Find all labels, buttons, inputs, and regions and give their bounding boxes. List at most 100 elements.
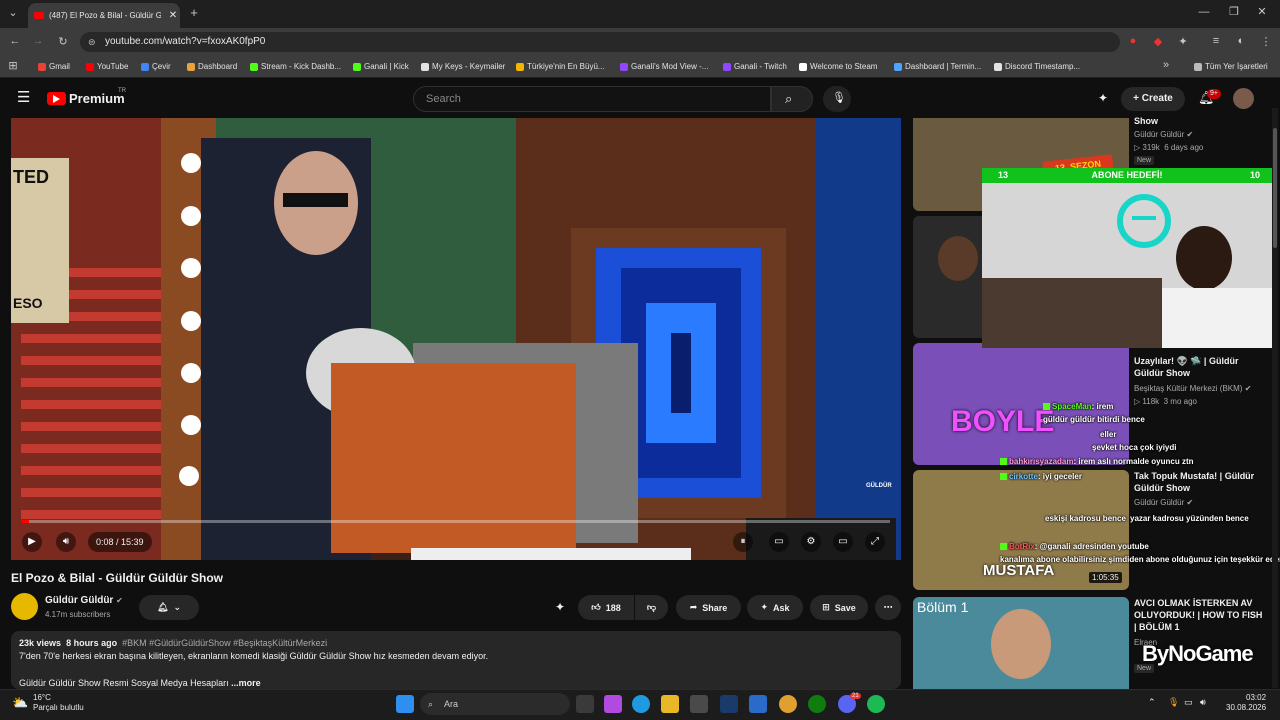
extension-tag-icon[interactable]: ◆ [1150,35,1166,48]
subtitles-button[interactable]: ▭ [769,532,789,552]
weather-icon[interactable]: ⛅ [12,695,28,711]
search-input[interactable]: Search [413,86,771,112]
system-clock[interactable]: 03:02 30.08.2026 [1226,693,1266,713]
bookmark-youtube[interactable]: YouTube [86,60,128,74]
page-scrollbar[interactable] [1272,108,1278,688]
mute-button[interactable]: 🔊︎ [56,532,76,552]
recommendation-title[interactable]: Uzaylılar! 👽 🛸 | Güldür Güldür Show [1134,355,1266,379]
taskbar-search[interactable]: ⌕ Ara [420,693,570,715]
browser-tab[interactable]: (487) El Pozo & Bilal - Güldür Gü... ✕ [28,3,180,28]
ask-button[interactable]: ✦ Ask [747,595,803,620]
thumbs-down-icon: 👎︎ [646,602,657,612]
search-button[interactable]: ⌕ [771,86,813,112]
bookmark-ganali-kick[interactable]: Ganali | Kick [353,60,409,74]
menu-kebab-icon[interactable]: ⋮ [1258,35,1274,48]
maximize-icon[interactable]: ❐ [1226,5,1242,18]
volume-tray-icon[interactable]: 🔊︎ [1200,697,1206,708]
share-button[interactable]: ➦ Share [676,595,741,620]
create-button[interactable]: + Create [1121,87,1185,111]
chat-message: cirkotte: iyi geceler [1000,472,1082,481]
more-bookmarks-icon[interactable]: » [1158,59,1174,71]
country-code: TR [118,88,126,94]
new-tab-button[interactable]: + [186,5,202,20]
fullscreen-button[interactable]: ⤢ [865,532,885,552]
apps-grid-icon[interactable]: ⊞ [5,59,21,72]
bookmark-terminal[interactable]: Dashboard | Termin... [894,60,981,74]
settings-button[interactable]: ⚙ [801,532,821,552]
close-window-icon[interactable]: ✕ [1254,5,1270,18]
hamburger-menu-icon[interactable]: ☰ [17,90,30,105]
autoplay-toggle[interactable]: ⏸ [733,532,753,552]
extension-red-icon[interactable]: ● [1125,35,1141,47]
bookmark-mod-view[interactable]: Ganali's Mod View -... [620,60,708,74]
ask-sparkle-icon[interactable]: ✦ [1098,91,1108,105]
recommendation-meta: ▷ 319k 6 days ago [1134,143,1204,152]
all-bookmarks[interactable]: Tüm Yer İşaretleri [1194,60,1268,74]
bookmark-gmail[interactable]: Gmail [38,60,70,74]
autoplay-icon: ⏸ [740,536,746,547]
store-icon[interactable] [690,695,708,713]
progress-bar[interactable] [22,520,890,523]
description-box[interactable]: 23k views 8 hours ago #BKM #GüldürGüldür… [11,631,901,689]
more-actions-button[interactable]: ⋯ [875,595,901,620]
recommendation-thumbnail[interactable]: MUSTAFA 1:05:35 [913,470,1129,590]
save-button[interactable]: ⊞ Save [810,595,868,620]
ask-sparkle-icon[interactable]: ✦ [555,600,565,614]
network-icon[interactable]: ▭ [1184,697,1193,708]
hashtags[interactable]: #BKM #GüldürGüldürShow #BeşiktaşKültürMe… [122,638,327,648]
channel-name[interactable]: Güldür Güldür ✔ [45,595,123,606]
url-bar[interactable]: ⊜ youtube.com/watch?v=fxoxAK0fpP0 [80,32,1120,52]
tab-close-icon[interactable]: ✕ [166,10,180,21]
channel-avatar[interactable] [11,593,38,620]
tray-expand-icon[interactable]: ⌃ [1148,697,1156,708]
xbox-icon[interactable] [808,695,826,713]
mail-icon[interactable] [749,695,767,713]
site-info-icon[interactable]: ⊜ [88,32,96,52]
weather-widget[interactable]: 16°C Parçalı bulutlu [33,693,84,713]
back-icon[interactable]: ← [7,35,23,47]
file-explorer-icon[interactable] [661,695,679,713]
recommendation-title[interactable]: Tak Topuk Mustafa! | Güldür Güldür Show [1134,470,1266,494]
bookmark-cevir[interactable]: Çevir [141,60,171,74]
extensions-puzzle-icon[interactable]: ✦ [1175,35,1191,48]
reload-icon[interactable]: ↻ [55,35,71,48]
bookmark-keymailer[interactable]: My Keys - Keymailer [421,60,505,74]
recommendation-thumbnail[interactable]: Bölüm 1 [913,597,1129,689]
recommendation-title[interactable]: Show [1134,115,1266,127]
svg-text:TED: TED [13,167,49,187]
tab-search-icon[interactable]: ⌄ [5,6,21,19]
account-avatar[interactable] [1233,88,1254,109]
play-button[interactable]: ▶ [22,532,42,552]
twitch-icon [723,63,731,71]
browser-tab-bar: ⌄ (487) El Pozo & Bilal - Güldür Gü... ✕… [0,0,1280,28]
like-button[interactable]: 👍︎ 188 [578,595,634,620]
scrollbar-thumb[interactable] [1273,128,1277,248]
chrome-icon[interactable] [779,695,797,713]
recommendation-title[interactable]: AVCI OLMAK İSTERKEN AV OLUYORDUK! | HOW … [1134,597,1266,633]
bookmark-discord-timestamp[interactable]: Discord Timestamp... [994,60,1080,74]
microphone-tray-icon[interactable]: 🎙︎ [1168,697,1179,708]
bookmark-dashboard[interactable]: Dashboard [187,60,237,74]
bookmark-ganali-twitch[interactable]: Ganali - Twitch [723,60,787,74]
edge-icon[interactable] [632,695,650,713]
video-player[interactable]: TED ESO GÜLDÜR [11,118,901,560]
theater-mode-button[interactable]: ▭ [833,532,853,552]
dislike-button[interactable]: 👎︎ [635,595,668,620]
task-view-icon[interactable] [576,695,594,713]
bookmark-stream-kick[interactable]: Stream - Kick Dashb... [250,60,341,74]
bookmark-steam[interactable]: Welcome to Steam [799,60,877,74]
forward-icon[interactable]: → [30,35,46,47]
show-more-link[interactable]: ...more [231,678,261,688]
profile-icon[interactable]: ◐ [1233,35,1249,47]
bookmarks-bar: ⊞ Gmail YouTube Çevir Dashboard Stream -… [0,56,1280,78]
steam-icon[interactable] [720,695,738,713]
bookmark-turkiye[interactable]: Türkiye'nin En Büyü... [516,60,605,74]
spotify-icon[interactable] [867,695,885,713]
minimize-icon[interactable]: — [1196,6,1212,18]
media-controls-icon[interactable]: ≡ [1208,35,1224,47]
subscribe-bell-button[interactable]: 🔔︎ ⌄ [139,595,199,620]
start-icon[interactable] [396,695,414,713]
copilot-icon[interactable] [604,695,622,713]
steam-icon [799,63,807,71]
voice-search-button[interactable]: 🎙︎ [823,86,851,112]
